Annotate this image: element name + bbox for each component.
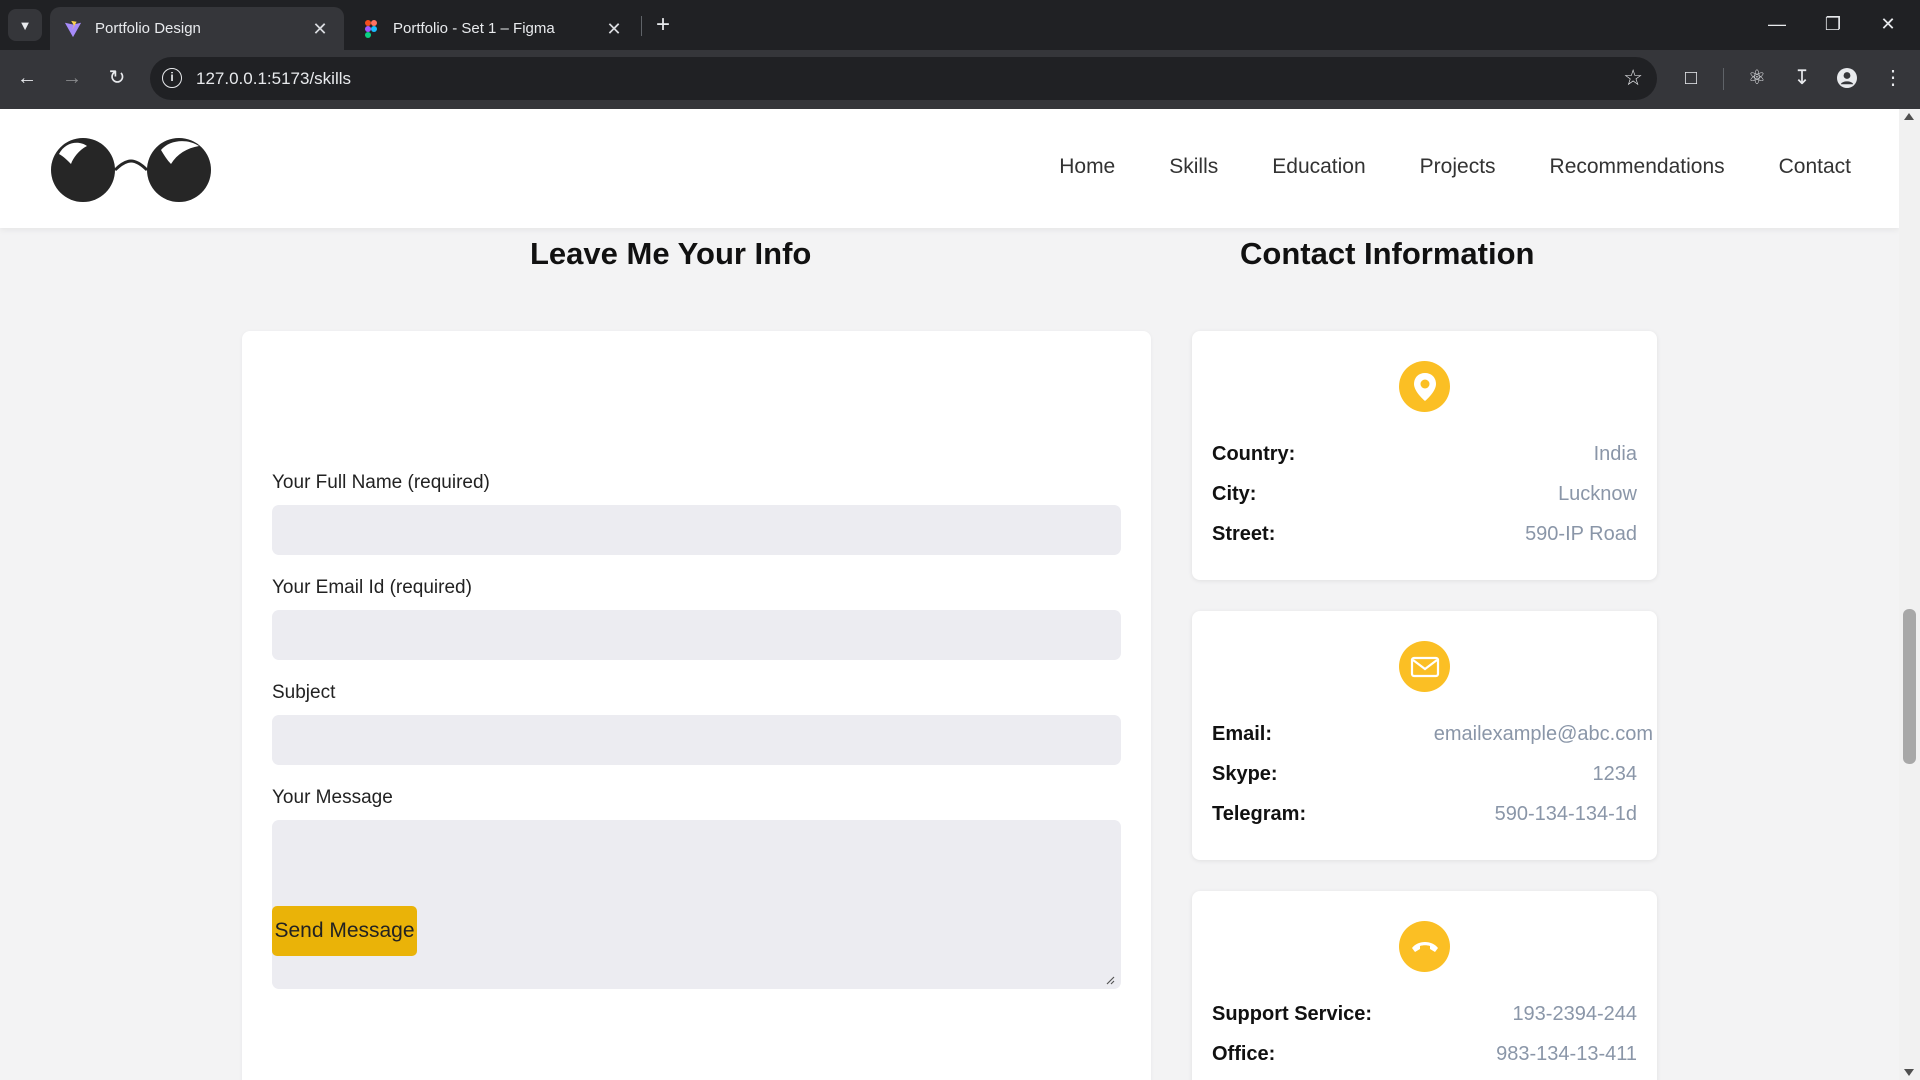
phone-info-card: Support Service: 193-2394-244 Office: 98…: [1192, 891, 1657, 1080]
figma-favicon-icon: [365, 19, 377, 38]
info-row-telegram: Telegram: 590-134-134-1d: [1212, 803, 1637, 831]
scroll-up-arrow-icon[interactable]: [1904, 113, 1914, 120]
nav-projects[interactable]: Projects: [1420, 155, 1496, 179]
info-row-country: Country: India: [1212, 443, 1637, 471]
contact-section-title: Contact Information: [1240, 236, 1535, 271]
message-label: Your Message: [272, 787, 393, 808]
info-key: Office:: [1212, 1043, 1276, 1065]
nav-recommendations[interactable]: Recommendations: [1550, 155, 1725, 179]
download-icon[interactable]: ↧: [1786, 62, 1818, 94]
page-viewport: Home Skills Education Projects Recommend…: [0, 109, 1899, 1080]
reload-icon[interactable]: ↻: [101, 62, 133, 94]
info-row-skype: Skype: 1234: [1212, 763, 1637, 791]
info-row-street: Street: 590-IP Road: [1212, 523, 1637, 551]
message-textarea[interactable]: [272, 820, 1121, 989]
info-value: Lucknow: [1558, 483, 1637, 505]
info-key: Email:: [1212, 723, 1273, 745]
nav-skills[interactable]: Skills: [1169, 155, 1218, 179]
glasses-logo-icon[interactable]: [49, 134, 215, 206]
minimize-icon[interactable]: —: [1755, 8, 1799, 40]
info-value: 1234: [1592, 763, 1638, 785]
info-row-email: Email: emailexample@abc.com: [1212, 723, 1653, 751]
tab-portfolio-design[interactable]: Portfolio Design ✕: [50, 7, 344, 50]
contact-form-card: Your Full Name (required) Your Email Id …: [242, 331, 1151, 1080]
scrollbar-thumb[interactable]: [1903, 609, 1916, 764]
info-value: 193-2394-244: [1512, 1003, 1637, 1025]
back-icon[interactable]: ←: [11, 62, 43, 94]
address-info-card: Country: India City: Lucknow Street: 590…: [1192, 331, 1657, 580]
site-header: Home Skills Education Projects Recommend…: [0, 109, 1899, 228]
send-message-button[interactable]: Send Message: [272, 906, 417, 956]
new-tab-icon[interactable]: +: [650, 10, 676, 40]
tab-search-button[interactable]: ▼: [8, 9, 42, 41]
page-scrollbar[interactable]: [1899, 109, 1920, 1080]
resize-grip-icon[interactable]: [1105, 975, 1115, 985]
tab-divider: [641, 16, 642, 36]
close-window-icon[interactable]: ✕: [1866, 8, 1910, 40]
info-key: Telegram:: [1212, 803, 1307, 825]
close-tab-icon[interactable]: ✕: [604, 19, 624, 39]
info-key: City:: [1212, 483, 1257, 505]
site-info-icon[interactable]: i: [162, 68, 182, 88]
mail-icon: [1399, 641, 1450, 692]
info-row-office: Office: 983-134-13-411: [1212, 1043, 1637, 1071]
forward-icon[interactable]: →: [56, 62, 88, 94]
nav-home[interactable]: Home: [1059, 155, 1115, 179]
scroll-down-arrow-icon[interactable]: [1904, 1069, 1914, 1076]
full-name-label: Your Full Name (required): [272, 472, 490, 493]
browser-toolbar: ← → ↻ i 127.0.0.1:5173/skills ☆ □ ⚛ ↧ ⋮: [0, 50, 1920, 109]
browser-tab-bar: ▼ Portfolio Design ✕ Portfolio - Set 1 –…: [0, 0, 1920, 50]
info-value: 983-134-13-411: [1496, 1043, 1637, 1065]
url-text[interactable]: 127.0.0.1:5173/skills: [196, 69, 351, 89]
location-pin-icon: [1399, 361, 1450, 412]
bookmark-star-icon[interactable]: ☆: [1623, 66, 1643, 90]
info-key: Support Service:: [1212, 1003, 1373, 1025]
nav-education[interactable]: Education: [1272, 155, 1365, 179]
email-input[interactable]: [272, 610, 1121, 660]
extensions-icon[interactable]: □: [1675, 62, 1707, 94]
tab-title: Portfolio - Set 1 – Figma: [393, 20, 555, 37]
tab-figma[interactable]: Portfolio - Set 1 – Figma ✕: [348, 7, 638, 50]
toolbar-divider: [1723, 68, 1724, 90]
subject-input[interactable]: [272, 715, 1121, 765]
info-key: Street:: [1212, 523, 1276, 545]
message-textarea-wrapper: [242, 820, 1151, 989]
close-tab-icon[interactable]: ✕: [310, 19, 330, 39]
info-key: Country:: [1212, 443, 1296, 465]
full-name-input[interactable]: [272, 505, 1121, 555]
info-value: India: [1593, 443, 1637, 465]
performance-icon[interactable]: ⚛: [1741, 62, 1773, 94]
info-key: Skype:: [1212, 763, 1278, 785]
info-value: 590-134-134-1d: [1494, 803, 1637, 825]
restore-icon[interactable]: ❐: [1811, 8, 1855, 40]
email-label: Your Email Id (required): [272, 577, 472, 598]
main-nav: Home Skills Education Projects Recommend…: [1059, 155, 1851, 179]
info-value[interactable]: emailexample@abc.com: [1434, 723, 1653, 746]
online-info-card: Email: emailexample@abc.com Skype: 1234 …: [1192, 611, 1657, 860]
phone-icon: [1399, 921, 1450, 972]
info-value: 590-IP Road: [1525, 523, 1637, 545]
subject-label: Subject: [272, 682, 336, 703]
address-bar[interactable]: i 127.0.0.1:5173/skills ☆: [150, 57, 1657, 100]
form-section-title: Leave Me Your Info: [530, 236, 812, 271]
vite-favicon-icon: [64, 20, 82, 37]
profile-icon[interactable]: [1831, 62, 1863, 94]
tab-title: Portfolio Design: [95, 20, 201, 37]
info-row-city: City: Lucknow: [1212, 483, 1637, 511]
menu-kebab-icon[interactable]: ⋮: [1877, 62, 1909, 94]
nav-contact[interactable]: Contact: [1779, 155, 1851, 179]
info-row-support: Support Service: 193-2394-244: [1212, 1003, 1637, 1031]
